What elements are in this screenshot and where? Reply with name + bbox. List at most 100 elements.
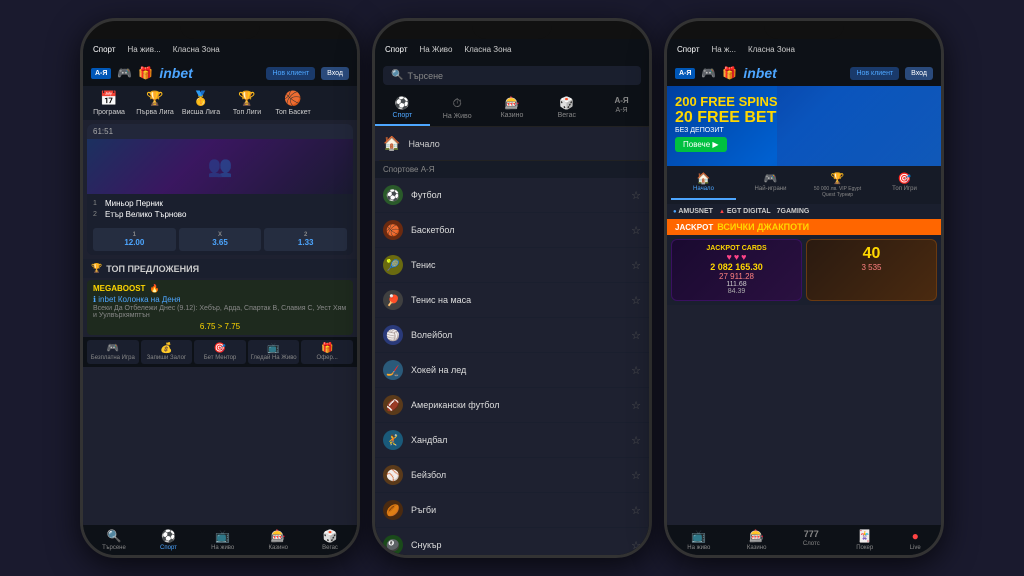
sports-list: ⚽ Футбол ☆ 🏀 Баскетбол ☆ 🎾 Тенис ☆ 🏓 Тен… bbox=[375, 178, 649, 555]
menu-tab-az[interactable]: А-Я А-Я bbox=[594, 91, 649, 126]
tab-live-3[interactable]: 📺 На живо bbox=[687, 529, 710, 551]
phone-notch-2 bbox=[472, 21, 552, 39]
action-btn-bet[interactable]: 💰 Запиши Залог bbox=[141, 340, 193, 364]
promo-free-bet-num: 20 FREE BET bbox=[675, 109, 776, 127]
snooker-label: Снукър bbox=[411, 540, 623, 550]
promo-more-btn[interactable]: Повече ▶ bbox=[675, 137, 727, 152]
sport-item-rugby[interactable]: 🏉 Ръгби ☆ bbox=[375, 493, 649, 528]
odd-btn-2[interactable]: 2 1.33 bbox=[264, 228, 347, 251]
top-nav-2-zone[interactable]: Класна Зона bbox=[460, 43, 515, 56]
hockey-star[interactable]: ☆ bbox=[631, 364, 641, 377]
tab-poker-3[interactable]: 🃏 Покер bbox=[856, 529, 873, 551]
menu-tab-live[interactable]: ⏱ На Живо bbox=[430, 91, 485, 126]
action-icon-free: 🎮 bbox=[107, 343, 119, 354]
tabletennis-star[interactable]: ☆ bbox=[631, 294, 641, 307]
rugby-icon: 🏉 bbox=[383, 500, 403, 520]
provider-egt[interactable]: ▲ EGT DIGITAL bbox=[719, 208, 771, 215]
tab-sport-1[interactable]: ⚽ Спорт bbox=[160, 529, 177, 551]
quick-link-3[interactable]: 🏆 Топ Лиги bbox=[225, 90, 269, 116]
quick-link-0[interactable]: 📅 Програма bbox=[87, 90, 131, 116]
action-btn-offer[interactable]: 🎁 Офер... bbox=[301, 340, 353, 364]
casino-nav-home[interactable]: 🏠 Начало bbox=[671, 170, 736, 200]
odd-btn-x[interactable]: X 3.65 bbox=[179, 228, 262, 251]
odd-btn-1[interactable]: 1 12.00 bbox=[93, 228, 176, 251]
football-star[interactable]: ☆ bbox=[631, 189, 641, 202]
top-nav-3-sport[interactable]: Спорт bbox=[673, 43, 704, 56]
action-btn-live[interactable]: 📺 Гледай На Живо bbox=[248, 340, 300, 364]
tab-vegas-1[interactable]: 🎲 Вегас bbox=[322, 529, 338, 551]
sport-item-snooker[interactable]: 🎱 Снукър ☆ bbox=[375, 528, 649, 555]
casino-nav-top[interactable]: 🎯 Топ Игри bbox=[872, 170, 937, 200]
provider-7gaming[interactable]: 7GAMING bbox=[777, 208, 810, 215]
handball-star[interactable]: ☆ bbox=[631, 434, 641, 447]
jackpot-section: JACKPOT ВСИЧКИ ДЖАКПОТИ JACKPOT CARDS ♥ … bbox=[667, 219, 941, 305]
volleyball-star[interactable]: ☆ bbox=[631, 329, 641, 342]
header-icon-gift-3: 🎁 bbox=[722, 66, 737, 80]
sport-icon-1: ⚽ bbox=[161, 529, 176, 543]
sport-item-volleyball[interactable]: 🏐 Волейбол ☆ bbox=[375, 318, 649, 353]
sport-item-handball[interactable]: 🤾 Хандбал ☆ bbox=[375, 423, 649, 458]
search-input[interactable]: 🔍 Търсене bbox=[383, 66, 641, 85]
tab-slots-3[interactable]: 777 Слотс bbox=[803, 529, 820, 551]
tennis-star[interactable]: ☆ bbox=[631, 259, 641, 272]
jackpot-amount-4: 84.39 bbox=[677, 288, 796, 295]
jackpot-amount-1: 2 082 165.30 bbox=[677, 262, 796, 272]
top-nav-3-live[interactable]: На ж... bbox=[708, 43, 740, 56]
tab-livedealer-3[interactable]: ● Live bbox=[910, 529, 921, 551]
rugby-star[interactable]: ☆ bbox=[631, 504, 641, 517]
jackpot-card-1[interactable]: JACKPOT CARDS ♥ ♥ ♥ 2 082 165.30 27 911.… bbox=[671, 239, 802, 301]
sport-item-tennis[interactable]: 🎾 Тенис ☆ bbox=[375, 248, 649, 283]
sport-item-baseball[interactable]: ⚾ Бейзбол ☆ bbox=[375, 458, 649, 493]
top-nav-zone[interactable]: Класна Зона bbox=[169, 43, 224, 56]
login-btn[interactable]: Вход bbox=[321, 67, 349, 80]
quick-link-2[interactable]: 🥇 Висша Лига bbox=[179, 90, 223, 116]
top-nav-sport[interactable]: Спорт bbox=[89, 43, 120, 56]
top-nav-2-live[interactable]: На Живо bbox=[416, 43, 457, 56]
header-icon-controller-3: 🎮 bbox=[701, 66, 716, 80]
top-nav-3-zone[interactable]: Класна Зона bbox=[744, 43, 799, 56]
tab-live-1[interactable]: 📺 На живо bbox=[211, 529, 234, 551]
megaboost-box: MEGABOOST 🔥 ℹ inbet Колонка на Деня Всек… bbox=[87, 280, 353, 335]
tab-casino-label-1: Казино bbox=[268, 545, 288, 551]
sport-item-football[interactable]: ⚽ Футбол ☆ bbox=[375, 178, 649, 213]
new-client-btn-3[interactable]: Нов клиент bbox=[850, 67, 899, 80]
tab-casino-1[interactable]: 🎰 Казино bbox=[268, 529, 288, 551]
menu-tab-sport[interactable]: ⚽ Спорт bbox=[375, 91, 430, 126]
offer-name: Колонка на Деня bbox=[118, 295, 181, 304]
trophy-icon: 🏆 bbox=[91, 263, 102, 274]
top-nav-1: Спорт На жив... Класна Зона bbox=[83, 39, 357, 60]
action-btn-free[interactable]: 🎮 Безплатна Игра bbox=[87, 340, 139, 364]
sport-item-basketball[interactable]: 🏀 Баскетбол ☆ bbox=[375, 213, 649, 248]
home-item[interactable]: 🏠 Начало bbox=[375, 127, 649, 160]
jackpot-card-2[interactable]: 40 3 535 bbox=[806, 239, 937, 301]
baseball-star[interactable]: ☆ bbox=[631, 469, 641, 482]
menu-tab-vegas[interactable]: 🎲 Вегас bbox=[539, 91, 594, 126]
match-time: 61:51 bbox=[87, 124, 353, 139]
quick-link-4[interactable]: 🏀 Топ Баскет bbox=[271, 90, 315, 116]
sport-item-hockey[interactable]: 🏒 Хокей на лед ☆ bbox=[375, 353, 649, 388]
sport-item-americanfootball[interactable]: 🏈 Американски футбол ☆ bbox=[375, 388, 649, 423]
provider-amusnet[interactable]: ● AMUSNET bbox=[673, 208, 713, 215]
new-client-btn[interactable]: Нов клиент bbox=[266, 67, 315, 80]
quick-link-1[interactable]: 🏆 Първа Лига bbox=[133, 90, 177, 116]
snooker-star[interactable]: ☆ bbox=[631, 539, 641, 552]
top-nav-2-sport[interactable]: Спорт bbox=[381, 43, 412, 56]
menu-tab-casino[interactable]: 🎰 Казино bbox=[485, 91, 540, 126]
americanfootball-label: Американски футбол bbox=[411, 400, 623, 410]
tab-search-1[interactable]: 🔍 Търсене bbox=[102, 529, 126, 551]
casino-nav-popular[interactable]: 🎮 Най-играни bbox=[738, 170, 803, 200]
sport-item-tabletennis[interactable]: 🏓 Тенис на маса ☆ bbox=[375, 283, 649, 318]
tab-casino-3[interactable]: 🎰 Казино bbox=[747, 529, 767, 551]
americanfootball-star[interactable]: ☆ bbox=[631, 399, 641, 412]
menu-tab-label-az: А-Я bbox=[616, 107, 628, 114]
inbet-icon: ℹ bbox=[93, 295, 96, 304]
action-btn-mentor[interactable]: 🎯 Бет Ментор bbox=[194, 340, 246, 364]
search-icon-sm: 🔍 bbox=[391, 70, 403, 81]
tennis-label: Тенис bbox=[411, 260, 623, 270]
login-btn-3[interactable]: Вход bbox=[905, 67, 933, 80]
casino-nav-tournament[interactable]: 🏆 50 000 лв. VIP Egypt Quest Турнир bbox=[805, 170, 870, 200]
basketball-star[interactable]: ☆ bbox=[631, 224, 641, 237]
top-nav-live[interactable]: На жив... bbox=[124, 43, 165, 56]
amusnet-label: AMUSNET bbox=[678, 208, 713, 215]
quick-link-icon-4: 🏀 bbox=[284, 90, 301, 107]
